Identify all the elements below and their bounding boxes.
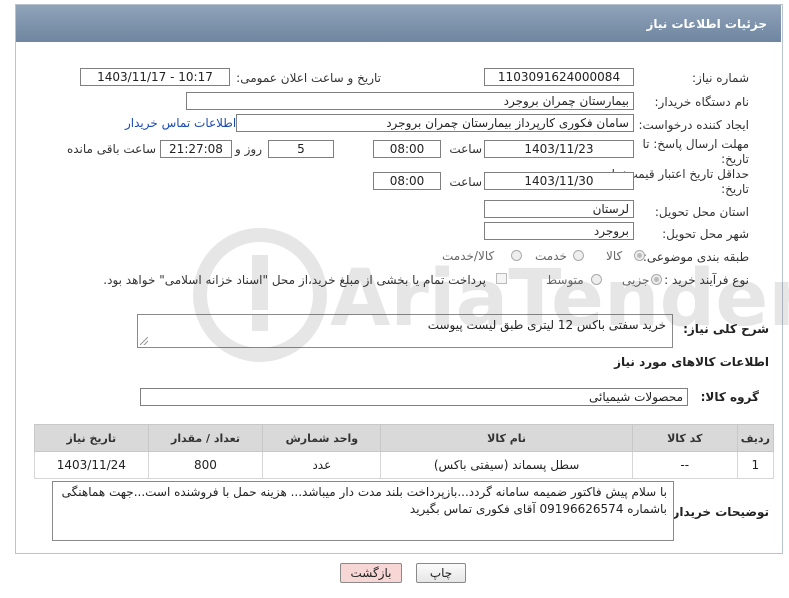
need-number-label: شماره نیاز: bbox=[692, 71, 749, 85]
price-time-field: 08:00 bbox=[373, 172, 441, 190]
days-and-label: روز و bbox=[235, 142, 262, 156]
cell-name: سطل پسماند (سیفتی باکس) bbox=[380, 451, 633, 479]
cell-code: -- bbox=[631, 451, 738, 479]
category-radio-goods-service[interactable] bbox=[511, 250, 522, 261]
description-label: شرح کلی نیاز: bbox=[683, 322, 769, 336]
back-button[interactable]: بازگشت bbox=[340, 563, 402, 583]
resize-grip-icon[interactable] bbox=[140, 337, 148, 345]
col-code: کد کالا bbox=[631, 424, 738, 452]
reply-time-field: 08:00 bbox=[373, 140, 441, 158]
days-remaining-field: 5 bbox=[268, 140, 334, 158]
cell-quantity: 800 bbox=[147, 451, 264, 479]
remaining-time-field: 21:27:08 bbox=[160, 140, 232, 158]
cell-date: 1403/11/24 bbox=[34, 451, 149, 479]
price-date-field: 1403/11/30 bbox=[484, 172, 634, 190]
process-option-minor: جزیی bbox=[622, 273, 650, 287]
buyer-org-field: بیمارستان چمران بروجرد bbox=[186, 92, 634, 110]
description-textarea[interactable]: خرید سفتی باکس 12 لیتری طبق لیست پیوست bbox=[137, 314, 673, 348]
buyer-notes-label: توضیحات خریدار: bbox=[667, 505, 769, 519]
treasury-payment-checkbox[interactable] bbox=[496, 273, 507, 284]
province-field: لرستان bbox=[484, 200, 634, 218]
category-label: طبقه بندی موضوعی: bbox=[642, 250, 749, 264]
price-time-label: ساعت bbox=[449, 175, 482, 189]
col-date: تاریخ نیاز bbox=[34, 424, 149, 452]
category-option-service: خدمت bbox=[535, 249, 567, 263]
creator-label: ایجاد کننده درخواست: bbox=[638, 118, 749, 132]
process-option-medium: متوسط bbox=[546, 273, 584, 287]
announce-label: تاریخ و ساعت اعلان عمومی: bbox=[236, 71, 381, 85]
col-unit: واحد شمارش bbox=[262, 424, 382, 452]
category-radio-service[interactable] bbox=[573, 250, 584, 261]
buyer-notes-textarea[interactable]: با سلام پیش فاکتور ضمیمه سامانه گردد...ب… bbox=[52, 481, 674, 541]
print-button[interactable]: چاپ bbox=[416, 563, 466, 583]
col-name: نام کالا bbox=[380, 424, 633, 452]
goods-table: ردیف کد کالا نام کالا واحد شمارش تعداد /… bbox=[34, 424, 775, 479]
treasury-payment-note: پرداخت تمام یا بخشی از مبلغ خرید،از محل … bbox=[103, 273, 486, 287]
process-radio-medium[interactable] bbox=[591, 274, 602, 285]
reply-date-field: 1403/11/23 bbox=[484, 140, 634, 158]
category-option-goods-service: کالا/خدمت bbox=[442, 249, 495, 263]
process-radio-minor[interactable] bbox=[651, 274, 662, 285]
goods-group-field: محصولات شیمیائی bbox=[140, 388, 688, 406]
reply-time-label: ساعت bbox=[449, 142, 482, 156]
city-field: بروجرد bbox=[484, 222, 634, 240]
cell-row: 1 bbox=[736, 451, 775, 479]
announce-field: 1403/11/17 - 10:17 bbox=[80, 68, 230, 86]
table-row: 1 -- سطل پسماند (سیفتی باکس) عدد 800 140… bbox=[34, 451, 775, 479]
province-label: استان محل تحویل: bbox=[654, 205, 749, 219]
category-option-goods: کالا bbox=[606, 249, 623, 263]
reply-deadline-label: مهلت ارسال پاسخ: تا تاریخ: bbox=[642, 137, 749, 166]
city-label: شهر محل تحویل: bbox=[662, 227, 749, 241]
col-row: ردیف bbox=[736, 424, 775, 452]
creator-field: سامان فکوری کارپرداز بیمارستان چمران برو… bbox=[236, 114, 634, 132]
panel-header: جزئیات اطلاعات نیاز bbox=[16, 5, 781, 42]
remaining-time-label: ساعت باقی مانده bbox=[66, 142, 156, 156]
goods-table-header: ردیف کد کالا نام کالا واحد شمارش تعداد /… bbox=[34, 424, 775, 452]
need-number-field: 1103091624000084 bbox=[484, 68, 634, 86]
buyer-org-label: نام دستگاه خریدار: bbox=[654, 95, 750, 109]
panel-title: جزئیات اطلاعات نیاز bbox=[646, 17, 767, 31]
category-radio-goods[interactable] bbox=[634, 250, 645, 261]
col-quantity: تعداد / مقدار bbox=[147, 424, 264, 452]
goods-group-label: گروه کالا: bbox=[700, 390, 759, 404]
description-text: خرید سفتی باکس 12 لیتری طبق لیست پیوست bbox=[427, 318, 666, 332]
cell-unit: عدد bbox=[262, 451, 382, 479]
contact-info-link[interactable]: اطلاعات تماس خریدار bbox=[125, 116, 236, 130]
buyer-notes-text: با سلام پیش فاکتور ضمیمه سامانه گردد...ب… bbox=[61, 485, 667, 516]
process-type-label: نوع فرآیند خرید : bbox=[664, 273, 749, 287]
goods-section-title: اطلاعات کالاهای مورد نیاز bbox=[614, 355, 769, 369]
